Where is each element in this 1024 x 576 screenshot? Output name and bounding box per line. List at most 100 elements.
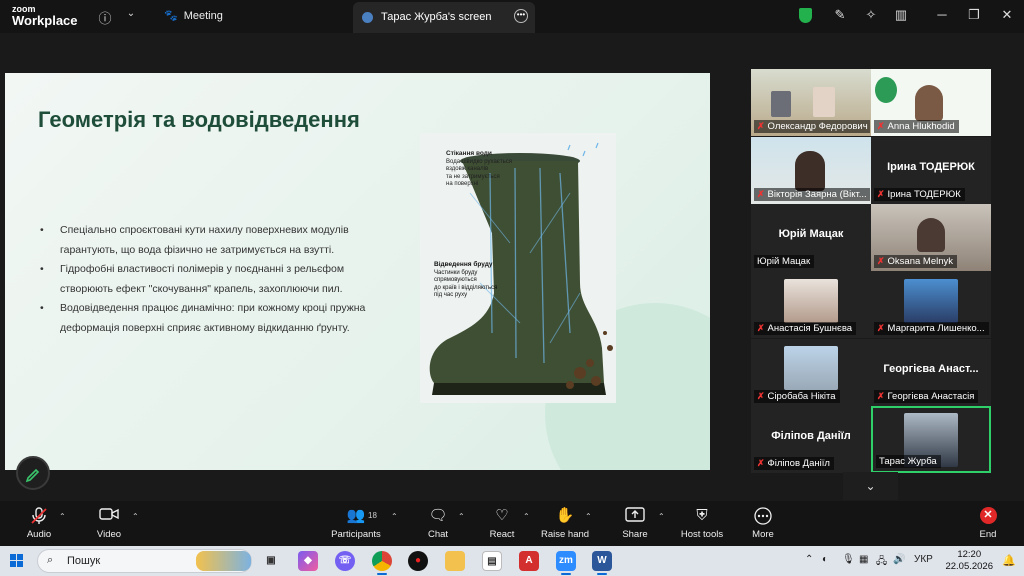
layout-icon[interactable]: ▥: [891, 7, 911, 25]
participant-tile[interactable]: ✗ Oksana Melnyk: [871, 204, 991, 271]
rubber-boot-image: Стікання води Вода швидко рухається вздо…: [420, 133, 616, 403]
video-button[interactable]: Video: [90, 507, 128, 540]
chat-options-caret[interactable]: ⌃: [458, 512, 465, 521]
participant-name: ✗ Маргарита Лишенко...: [874, 322, 989, 335]
participant-name: ✗ Олександр Федорович: [754, 120, 870, 133]
mic-muted-icon: ✗: [757, 121, 765, 131]
taskbar-clock[interactable]: 12:20 22.05.2026: [945, 549, 993, 573]
participant-tile[interactable]: ✗ Анастасія Бушнєва: [751, 271, 871, 338]
participant-tile[interactable]: Ірина ТОДЕРЮК ✗ Ірина ТОДЕРЮК: [871, 137, 991, 204]
more-options-icon[interactable]: •••: [514, 9, 528, 23]
record-icon[interactable]: ●: [408, 551, 428, 571]
chevron-down-icon: ⌄: [865, 479, 876, 493]
zoom-app-icon[interactable]: zm: [556, 551, 576, 571]
tray-app-icon[interactable]: ▦: [859, 554, 868, 565]
participant-name: ✗ Сіробаба Нікіта: [754, 390, 840, 403]
raise-hand-options-caret[interactable]: ⌃: [585, 512, 592, 521]
task-view-icon[interactable]: ▣: [261, 551, 281, 571]
tray-chevron-up-icon[interactable]: ⌃: [805, 554, 813, 565]
tray-network-icon[interactable]: 🖧: [876, 554, 887, 571]
pdf-reader-icon[interactable]: A: [519, 551, 539, 571]
raise-hand-button[interactable]: ✋ Raise hand: [541, 507, 589, 540]
share-button[interactable]: Share: [616, 507, 654, 540]
avatar: [362, 12, 373, 23]
participant-tile-active-speaker[interactable]: Тарас Журба: [871, 406, 991, 473]
mic-muted-icon: ✗: [877, 189, 885, 199]
bullet-3: Водовідведення працює динамічно: при кож…: [40, 299, 370, 338]
active-app-indicator: [377, 573, 387, 575]
hand-icon: ✋: [555, 507, 575, 524]
gallery-scroll-down-button[interactable]: ⌄: [843, 472, 898, 500]
minimize-icon[interactable]: ─: [932, 7, 952, 25]
video-options-caret[interactable]: ⌃: [132, 512, 139, 521]
participants-options-caret[interactable]: ⌃: [391, 512, 398, 521]
mic-muted-icon: ✗: [877, 323, 885, 333]
annotate-pencil-icon[interactable]: ✎: [830, 7, 850, 25]
end-icon: ✕: [979, 507, 997, 524]
shield-icon[interactable]: [799, 8, 812, 23]
keyboard-language[interactable]: УКР: [914, 554, 933, 565]
word-icon[interactable]: W: [592, 551, 612, 571]
react-button[interactable]: ♡ React: [484, 507, 520, 540]
react-options-caret[interactable]: ⌃: [523, 512, 530, 521]
share-screen-icon: [616, 507, 654, 525]
more-button[interactable]: More: [745, 507, 781, 540]
sparkle-icon[interactable]: ✧: [861, 7, 881, 25]
more-icon: [745, 507, 781, 525]
annotation-water: Стікання води Вода швидко рухається вздо…: [446, 150, 512, 187]
host-tools-shield-icon: ⛨: [696, 507, 708, 524]
mic-muted-icon: ✗: [877, 391, 885, 401]
participant-tile[interactable]: Філіпов Даніїл ✗ Філіпов Даніїл: [751, 406, 871, 473]
windows-taskbar: ⌕ Пошук ▣ ◆ ☏ ● ▤ A zm W ⌃ ◐ 🎙 ▦ 🖧 🔊 УКР…: [0, 546, 1024, 576]
participant-tile[interactable]: ✗ Anna Hlukhodid: [871, 69, 991, 136]
active-app-indicator: [561, 573, 571, 575]
participant-name: ✗ Anna Hlukhodid: [874, 120, 959, 133]
maximize-icon[interactable]: ❐: [964, 7, 984, 25]
file-explorer-icon[interactable]: [445, 551, 465, 571]
copilot-icon[interactable]: ◆: [298, 551, 318, 571]
participant-name: ✗ Анастасія Бушнєва: [754, 322, 857, 335]
audio-options-caret[interactable]: ⌃: [59, 512, 66, 521]
info-icon[interactable]: ⓘ: [96, 8, 114, 27]
participant-tile[interactable]: ✗ Маргарита Лишенко...: [871, 271, 991, 338]
participant-name: Тарас Журба: [876, 455, 941, 468]
screen-share-tab[interactable]: Тарас Журба's screen •••: [353, 2, 535, 33]
participant-tile[interactable]: Юрій Мацак Юрій Мацак: [751, 204, 871, 271]
chat-icon: 🗨: [428, 507, 448, 524]
viber-icon[interactable]: ☏: [335, 551, 355, 571]
meeting-tab[interactable]: 🐾 Meeting: [164, 9, 223, 22]
host-tools-button[interactable]: ⛨ Host tools: [678, 507, 726, 540]
participant-tile[interactable]: ✗ Вікторія Заярна (Вікт...: [751, 137, 871, 204]
mic-muted-icon: ✗: [757, 458, 765, 468]
slide-title: Геометрія та водовідведення: [38, 107, 360, 132]
chevron-down-icon[interactable]: ⌄: [122, 8, 140, 19]
chat-button[interactable]: 🗨 Chat: [420, 507, 456, 540]
close-icon[interactable]: ✕: [997, 7, 1017, 25]
title-bar: zoom Workplace ⓘ ⌄ 🐾 Meeting Тарас Журба'…: [0, 0, 1024, 33]
taskbar-search-box[interactable]: ⌕ Пошук: [37, 549, 252, 573]
shared-screen: Геометрія та водовідведення Спеціально с…: [5, 73, 710, 470]
annotate-pencil-button[interactable]: [16, 456, 50, 490]
tray-volume-icon[interactable]: 🔊: [893, 554, 905, 565]
windows-start-icon[interactable]: [10, 554, 24, 568]
mic-muted-icon: ✗: [877, 121, 885, 131]
audio-button[interactable]: Audio: [20, 507, 58, 540]
tray-app-icon[interactable]: ◐: [822, 554, 828, 565]
participant-tile[interactable]: ✗ Олександр Федорович: [751, 69, 871, 136]
notification-bell-icon[interactable]: 🔔: [1002, 554, 1016, 567]
participant-tile[interactable]: ✗ Сіробаба Нікіта: [751, 339, 871, 406]
zoom-logo: zoom Workplace: [12, 4, 78, 28]
participant-tile[interactable]: Георгієва Анаст... ✗ Георгієва Анастасія: [871, 339, 991, 406]
search-icon: ⌕: [47, 554, 54, 566]
notepad-icon[interactable]: ▤: [482, 551, 502, 571]
search-highlight-art: [196, 551, 251, 571]
tray-mic-icon[interactable]: 🎙: [842, 554, 855, 565]
chrome-icon[interactable]: [372, 551, 392, 571]
mic-muted-icon: ✗: [757, 189, 765, 199]
participant-name: ✗ Філіпов Даніїл: [754, 457, 834, 470]
active-app-indicator: [597, 573, 607, 575]
annotation-mud: Відведення бруду Частинки бруду спрямову…: [434, 261, 498, 298]
end-meeting-button[interactable]: ✕ End: [972, 507, 1004, 540]
mic-muted-icon: ✗: [757, 391, 765, 401]
share-options-caret[interactable]: ⌃: [658, 512, 665, 521]
